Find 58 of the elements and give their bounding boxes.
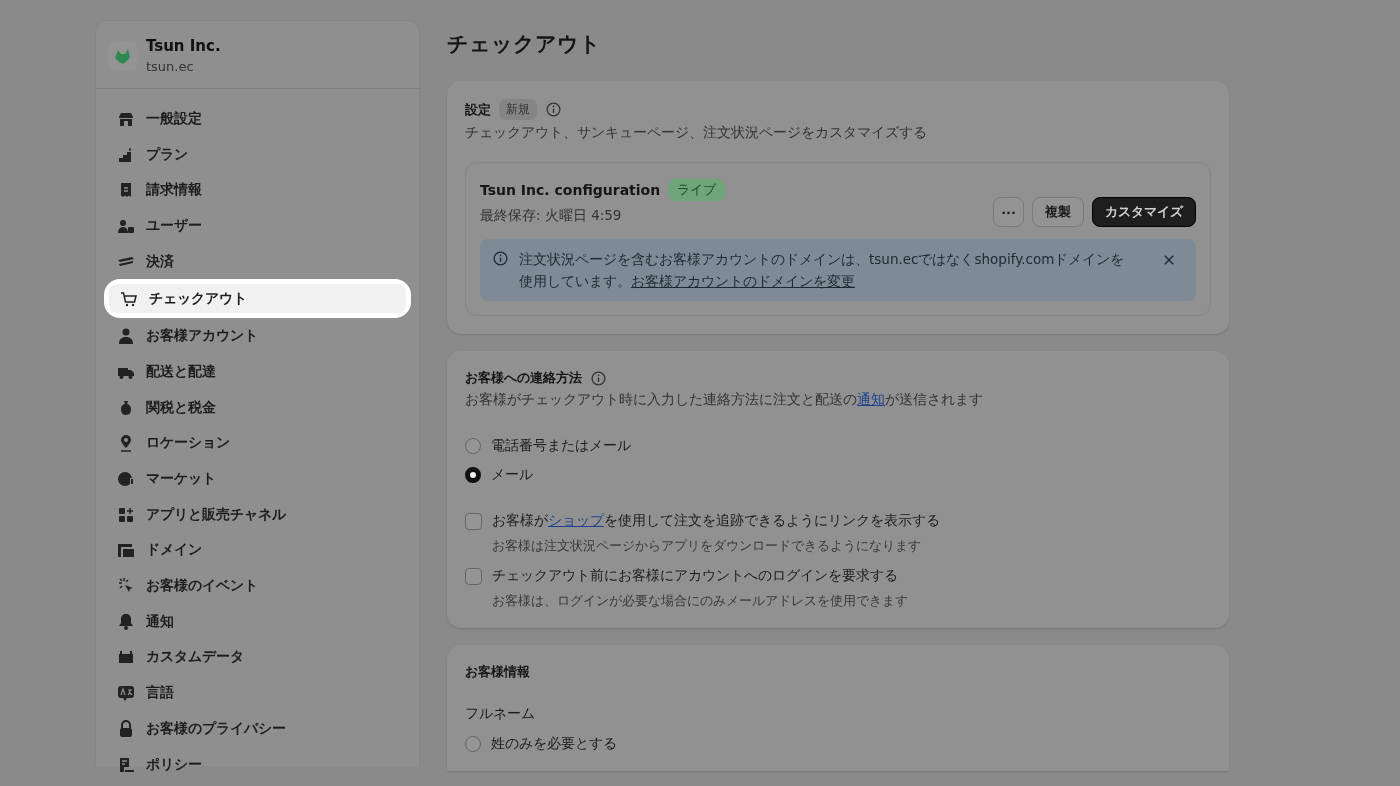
customize-button[interactable]: カスタマイズ — [1092, 197, 1196, 227]
card-title: お客様情報 — [465, 663, 530, 681]
sidebar-item[interactable]: お客様アカウント — [106, 320, 409, 353]
help-text: お客様は、ログインが必要な場合にのみメールアドレスを使用できます — [492, 593, 908, 610]
store-logo — [108, 40, 138, 71]
card-description: チェックアウト、サンキューページ、注文状況ページをカスタマイズする — [465, 124, 928, 142]
card-title: お客様への連絡方法 — [465, 369, 582, 387]
checkbox[interactable] — [465, 568, 482, 585]
close-icon[interactable] — [1162, 253, 1176, 267]
page-title: チェックアウト — [447, 31, 602, 58]
bell-icon — [116, 611, 136, 632]
radio-label: 姓のみを必要とする — [491, 735, 617, 753]
card-description: お客様がチェックアウト時に入力した連絡方法に注文と配送の通知が送信されます — [465, 391, 984, 409]
radio-button[interactable] — [465, 736, 481, 752]
sidebar-item[interactable]: ドメイン — [106, 534, 409, 567]
configuration-name: Tsun Inc. configuration — [480, 182, 661, 198]
sidebar-item[interactable]: プラン — [106, 138, 409, 171]
sidebar-item[interactable]: 通知 — [106, 605, 409, 638]
sidebar-item[interactable]: お客様のプライバシー — [106, 713, 409, 745]
new-badge: 新規 — [499, 99, 537, 120]
checkbox[interactable] — [465, 513, 482, 530]
domain-link[interactable]: お客様アカウントのドメインを変更 — [631, 273, 855, 289]
info-icon — [590, 369, 607, 387]
sidebar-item[interactable]: 言語 — [106, 677, 409, 709]
help-text: お客様は注文状況ページからアプリをダウンロードできるようになります — [492, 538, 922, 555]
info-icon — [545, 101, 562, 118]
sidebar-item[interactable]: ロケーション — [106, 427, 409, 460]
store-domain: tsun.ec — [146, 59, 195, 74]
sidebar-item[interactable]: 関税と税金 — [106, 391, 409, 424]
radio-label: 電話番号またはメール — [491, 437, 631, 455]
duplicate-button[interactable]: 複製 — [1032, 197, 1084, 227]
sidebar-item[interactable]: ポリシー — [106, 748, 409, 781]
card-title: 設定 — [465, 100, 491, 119]
store-name: Tsun Inc. — [146, 37, 221, 55]
sidebar-item[interactable]: カスタムデータ — [106, 641, 409, 674]
sidebar-item[interactable]: お客様のイベント — [106, 570, 409, 602]
person-icon — [116, 326, 136, 347]
info-icon — [492, 250, 509, 267]
checkbox-label: お客様がショップを使用して注文を追跡できるようにリンクを表示する — [492, 512, 940, 530]
radio-button[interactable] — [465, 438, 481, 454]
last-saved-text: 最終保存: 火曜日 4:59 — [480, 207, 623, 225]
sidebar-item[interactable]: 請求情報 — [106, 174, 409, 207]
status-badge: ライブ — [668, 179, 726, 201]
more-button[interactable]: ··· — [993, 197, 1024, 227]
sidebar-item[interactable]: チェックアウト — [109, 284, 406, 314]
sidebar-item[interactable]: ユーザー — [106, 210, 409, 242]
field-label: フルネーム — [465, 705, 536, 723]
radio-button[interactable] — [465, 467, 481, 483]
notification-link[interactable]: 通知 — [857, 391, 885, 407]
sidebar-item[interactable]: マーケット — [106, 463, 409, 495]
sidebar-item[interactable]: 配送と配達 — [106, 356, 409, 388]
sidebar-item[interactable]: 決済 — [106, 245, 409, 278]
shop-link[interactable]: ショップ — [548, 512, 604, 528]
radio-label: メール — [491, 466, 533, 484]
banner-message: 注文状況ページを含むお客様アカウントのドメインは、tsun.ecではなくshopify.comドメインを使用しています。お客様アカウントのドメインを変更 — [519, 250, 1126, 291]
sidebar-item[interactable]: 一般設定 — [106, 103, 409, 135]
sidebar-item[interactable]: アプリと販売チャネル — [106, 498, 409, 531]
checkbox-label: チェックアウト前にお客様にアカウントへのログインを要求する — [492, 567, 899, 585]
